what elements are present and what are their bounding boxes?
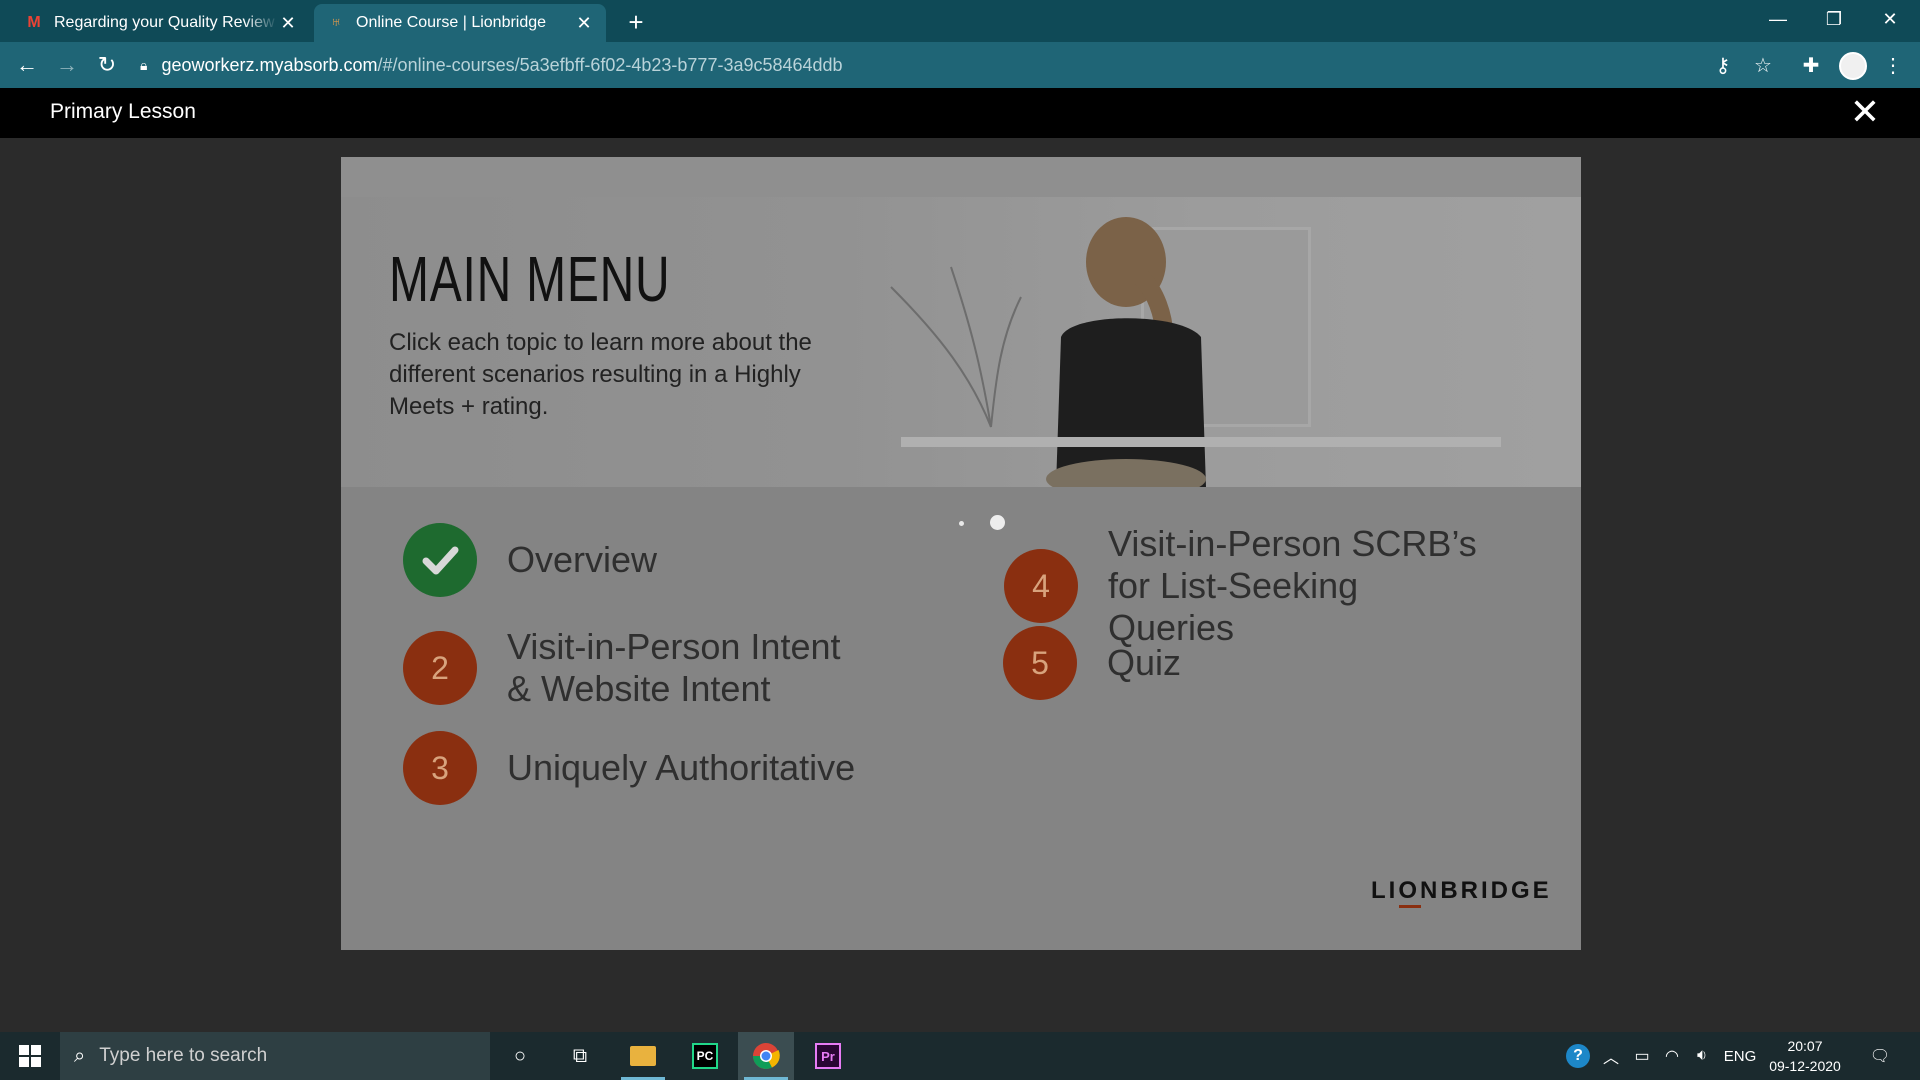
url-host: geoworkerz.myabsorb.com [161,54,378,75]
tab-title: Regarding your Quality Review a [54,14,278,31]
new-tab-button[interactable]: + [622,7,650,37]
back-icon[interactable]: ← [12,50,42,80]
search-placeholder: Type here to search [99,1045,268,1066]
task-view-icon[interactable]: ⧉ [552,1032,608,1080]
hero-desk [901,437,1501,447]
topic-label: Uniquely Authoritative [507,747,856,788]
address-bar[interactable]: 🔒︎ geoworkerz.myabsorb.com/#/online-cour… [140,48,1690,82]
logo-accent [1399,905,1421,908]
chevron-up-icon[interactable]: ︿ [1598,1032,1624,1080]
gmail-icon: M [27,14,41,31]
wifi-icon[interactable]: ◠ [1658,1032,1686,1080]
slide-dot-2[interactable] [990,515,1005,530]
restore-icon[interactable]: ❐ [1806,0,1862,38]
reload-icon[interactable]: ↻ [92,50,122,80]
profile-avatar[interactable] [1839,52,1867,80]
topic-number-badge: 2 [403,631,477,705]
topic-label: Visit-in-Person Intent & Website Intent [507,626,841,709]
topic-overview[interactable]: Overview [403,523,657,597]
topic-label: Quiz [1107,642,1182,683]
lesson-header: Primary Lesson ✕ [0,88,1920,138]
taskbar-clock[interactable]: 20:07 09-12-2020 [1760,1036,1850,1076]
tab-gmail[interactable]: M Regarding your Quality Review a ✕ [12,4,310,42]
topic-uniquely-authoritative[interactable]: 3 Uniquely Authoritative [403,731,855,805]
topic-quiz[interactable]: 5 Quiz [1003,626,1181,700]
chrome-icon[interactable] [738,1032,794,1080]
volume-icon[interactable]: 🔉︎ [1688,1032,1716,1080]
topic-number-badge: 5 [1003,626,1077,700]
topic-visit-in-person-intent[interactable]: 2 Visit-in-Person Intent & Website Inten… [403,626,867,710]
language-indicator[interactable]: ENG [1720,1032,1760,1080]
slide-dot-1[interactable] [959,521,964,526]
clock-time: 20:07 [1787,1038,1823,1054]
completed-check-icon [403,523,477,597]
clock-date: 09-12-2020 [1769,1058,1841,1074]
course-slide: MAIN MENU Click each topic to learn more… [341,157,1581,950]
tab-online-course[interactable]: ♅ Online Course | Lionbridge ✕ [314,4,606,42]
star-icon[interactable]: ☆ [1748,50,1778,80]
close-tab-icon[interactable]: ✕ [278,13,298,33]
taskbar-search-box[interactable]: ⌕ Type here to search [60,1032,490,1080]
browser-tabstrip: M Regarding your Quality Review a ✕ ♅ On… [0,0,1920,42]
premiere-pro-icon[interactable]: Pr [800,1032,856,1080]
hero-plant-illustration [890,266,1022,428]
topic-number-badge: 4 [1004,549,1078,623]
slide-top-band [341,157,1581,197]
battery-icon[interactable]: ▭ [1628,1032,1656,1080]
cortana-icon[interactable]: ○ [492,1032,548,1080]
minimize-icon[interactable]: — [1750,0,1806,38]
notification-icon[interactable]: 🗨︎ [1862,1032,1898,1080]
close-window-icon[interactable]: ✕ [1862,0,1918,38]
tab-title: Online Course | Lionbridge [356,14,547,31]
key-icon[interactable]: ⚷ [1708,50,1738,80]
lionbridge-logo: LIONBRIDGE [1371,877,1552,904]
close-tab-icon[interactable]: ✕ [574,13,594,33]
search-icon: ⌕ [74,1044,86,1067]
help-icon[interactable]: ? [1562,1032,1594,1080]
lesson-title: Primary Lesson [50,100,196,123]
topic-label: Overview [507,539,658,580]
slide-title: MAIN MENU [389,243,671,315]
lock-icon: 🔒︎ [140,56,148,73]
url-path: /#/online-courses/5a3efbff-6f02-4b23-b77… [377,54,843,75]
forward-icon[interactable]: → [52,50,82,80]
slide-subtitle: Click each topic to learn more about the… [389,329,812,420]
pycharm-icon[interactable]: PC [677,1032,733,1080]
browser-toolbar: ← → ↻ 🔒︎ geoworkerz.myabsorb.com/#/onlin… [0,42,1920,88]
windows-start-icon[interactable] [0,1032,60,1080]
extensions-icon[interactable]: ✚ [1796,50,1826,80]
menu-icon[interactable]: ⋮ [1878,50,1908,80]
absorb-icon: ♅ [330,14,342,31]
windows-taskbar: ⌕ Type here to search ○ ⧉ PC Pr ? ︿ ▭ ◠ … [0,1032,1920,1080]
close-lesson-icon[interactable]: ✕ [1850,94,1880,130]
topic-number-badge: 3 [403,731,477,805]
file-explorer-icon[interactable] [615,1032,671,1080]
